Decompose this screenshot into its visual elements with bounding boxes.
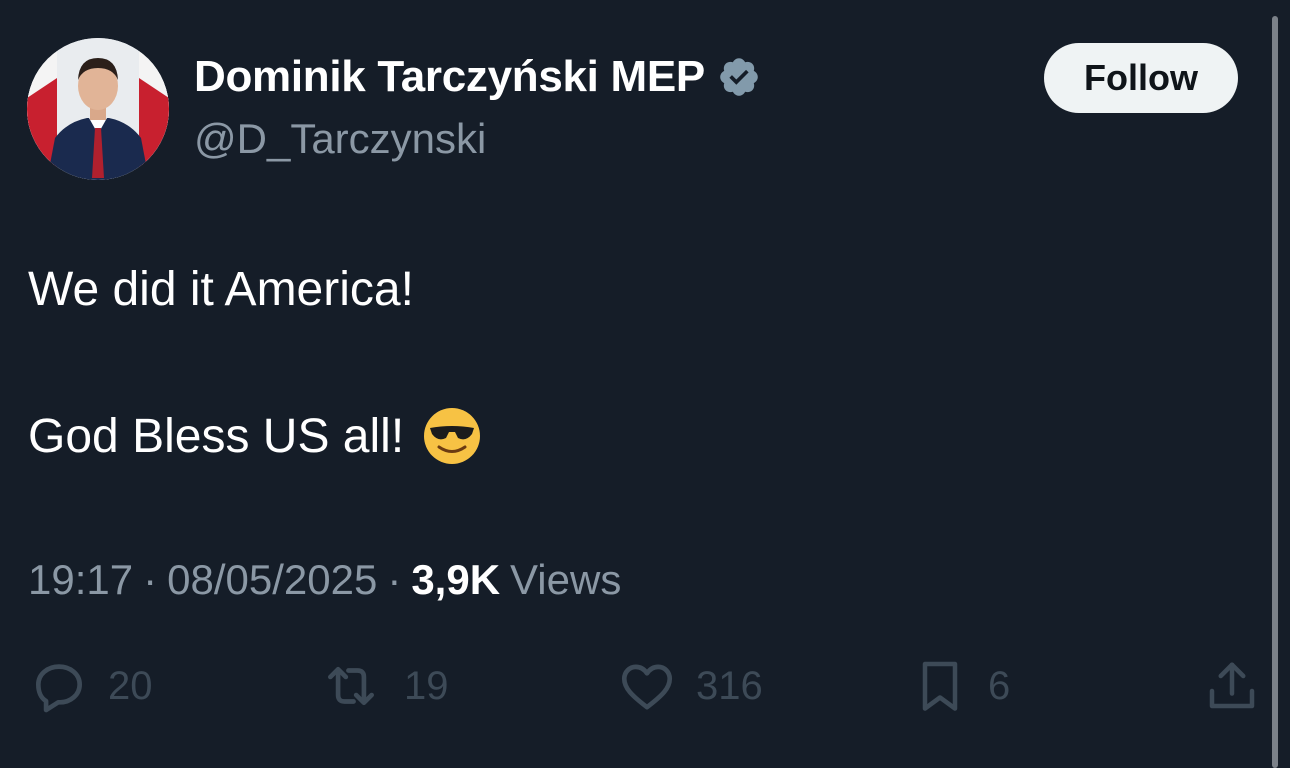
like-button[interactable]: 316: [616, 655, 763, 717]
share-icon: [1209, 662, 1255, 709]
follow-button[interactable]: Follow: [1044, 43, 1238, 113]
author-handle[interactable]: @D_Tarczynski: [194, 115, 486, 163]
verified-badge-icon: [717, 55, 761, 99]
smiling-face-with-sunglasses-icon: [422, 406, 482, 466]
author-display-name[interactable]: Dominik Tarczyński MEP: [194, 52, 705, 102]
views-label: Views: [510, 556, 622, 603]
tweet-date[interactable]: 08/05/2025: [167, 556, 377, 604]
tweet-text: We did it America!: [28, 263, 414, 316]
reply-button[interactable]: 20: [28, 655, 153, 717]
bookmark-icon: [922, 661, 958, 711]
meta-separator: ·: [387, 556, 402, 603]
heart-icon: [621, 664, 673, 710]
author-name-row: Dominik Tarczyński MEP: [194, 52, 761, 102]
bookmark-count: 6: [988, 663, 1011, 708]
reply-count: 20: [108, 663, 153, 708]
tweet-text: God Bless US all!: [28, 409, 405, 463]
repost-icon: [328, 666, 374, 706]
like-count: 316: [696, 663, 763, 708]
tweet-text-line-1: We did it America!: [28, 262, 414, 317]
bookmark-button[interactable]: 6: [910, 655, 1010, 717]
repost-count: 19: [404, 663, 449, 708]
meta-separator: ·: [143, 556, 158, 603]
share-button[interactable]: [1202, 655, 1262, 717]
tweet-time[interactable]: 19:17: [28, 556, 133, 604]
tweet-text-line-2: God Bless US all!: [28, 406, 482, 466]
reply-icon: [36, 664, 82, 713]
avatar[interactable]: [27, 38, 169, 180]
avatar-photo: [27, 38, 169, 180]
repost-button[interactable]: 19: [316, 655, 449, 717]
tweet-meta: 19:17 · 08/05/2025 · 3,9K Views: [28, 556, 621, 604]
tweet-actions-bar: 20 19 316 6: [0, 655, 1290, 719]
views-count: 3,9K: [411, 556, 501, 603]
